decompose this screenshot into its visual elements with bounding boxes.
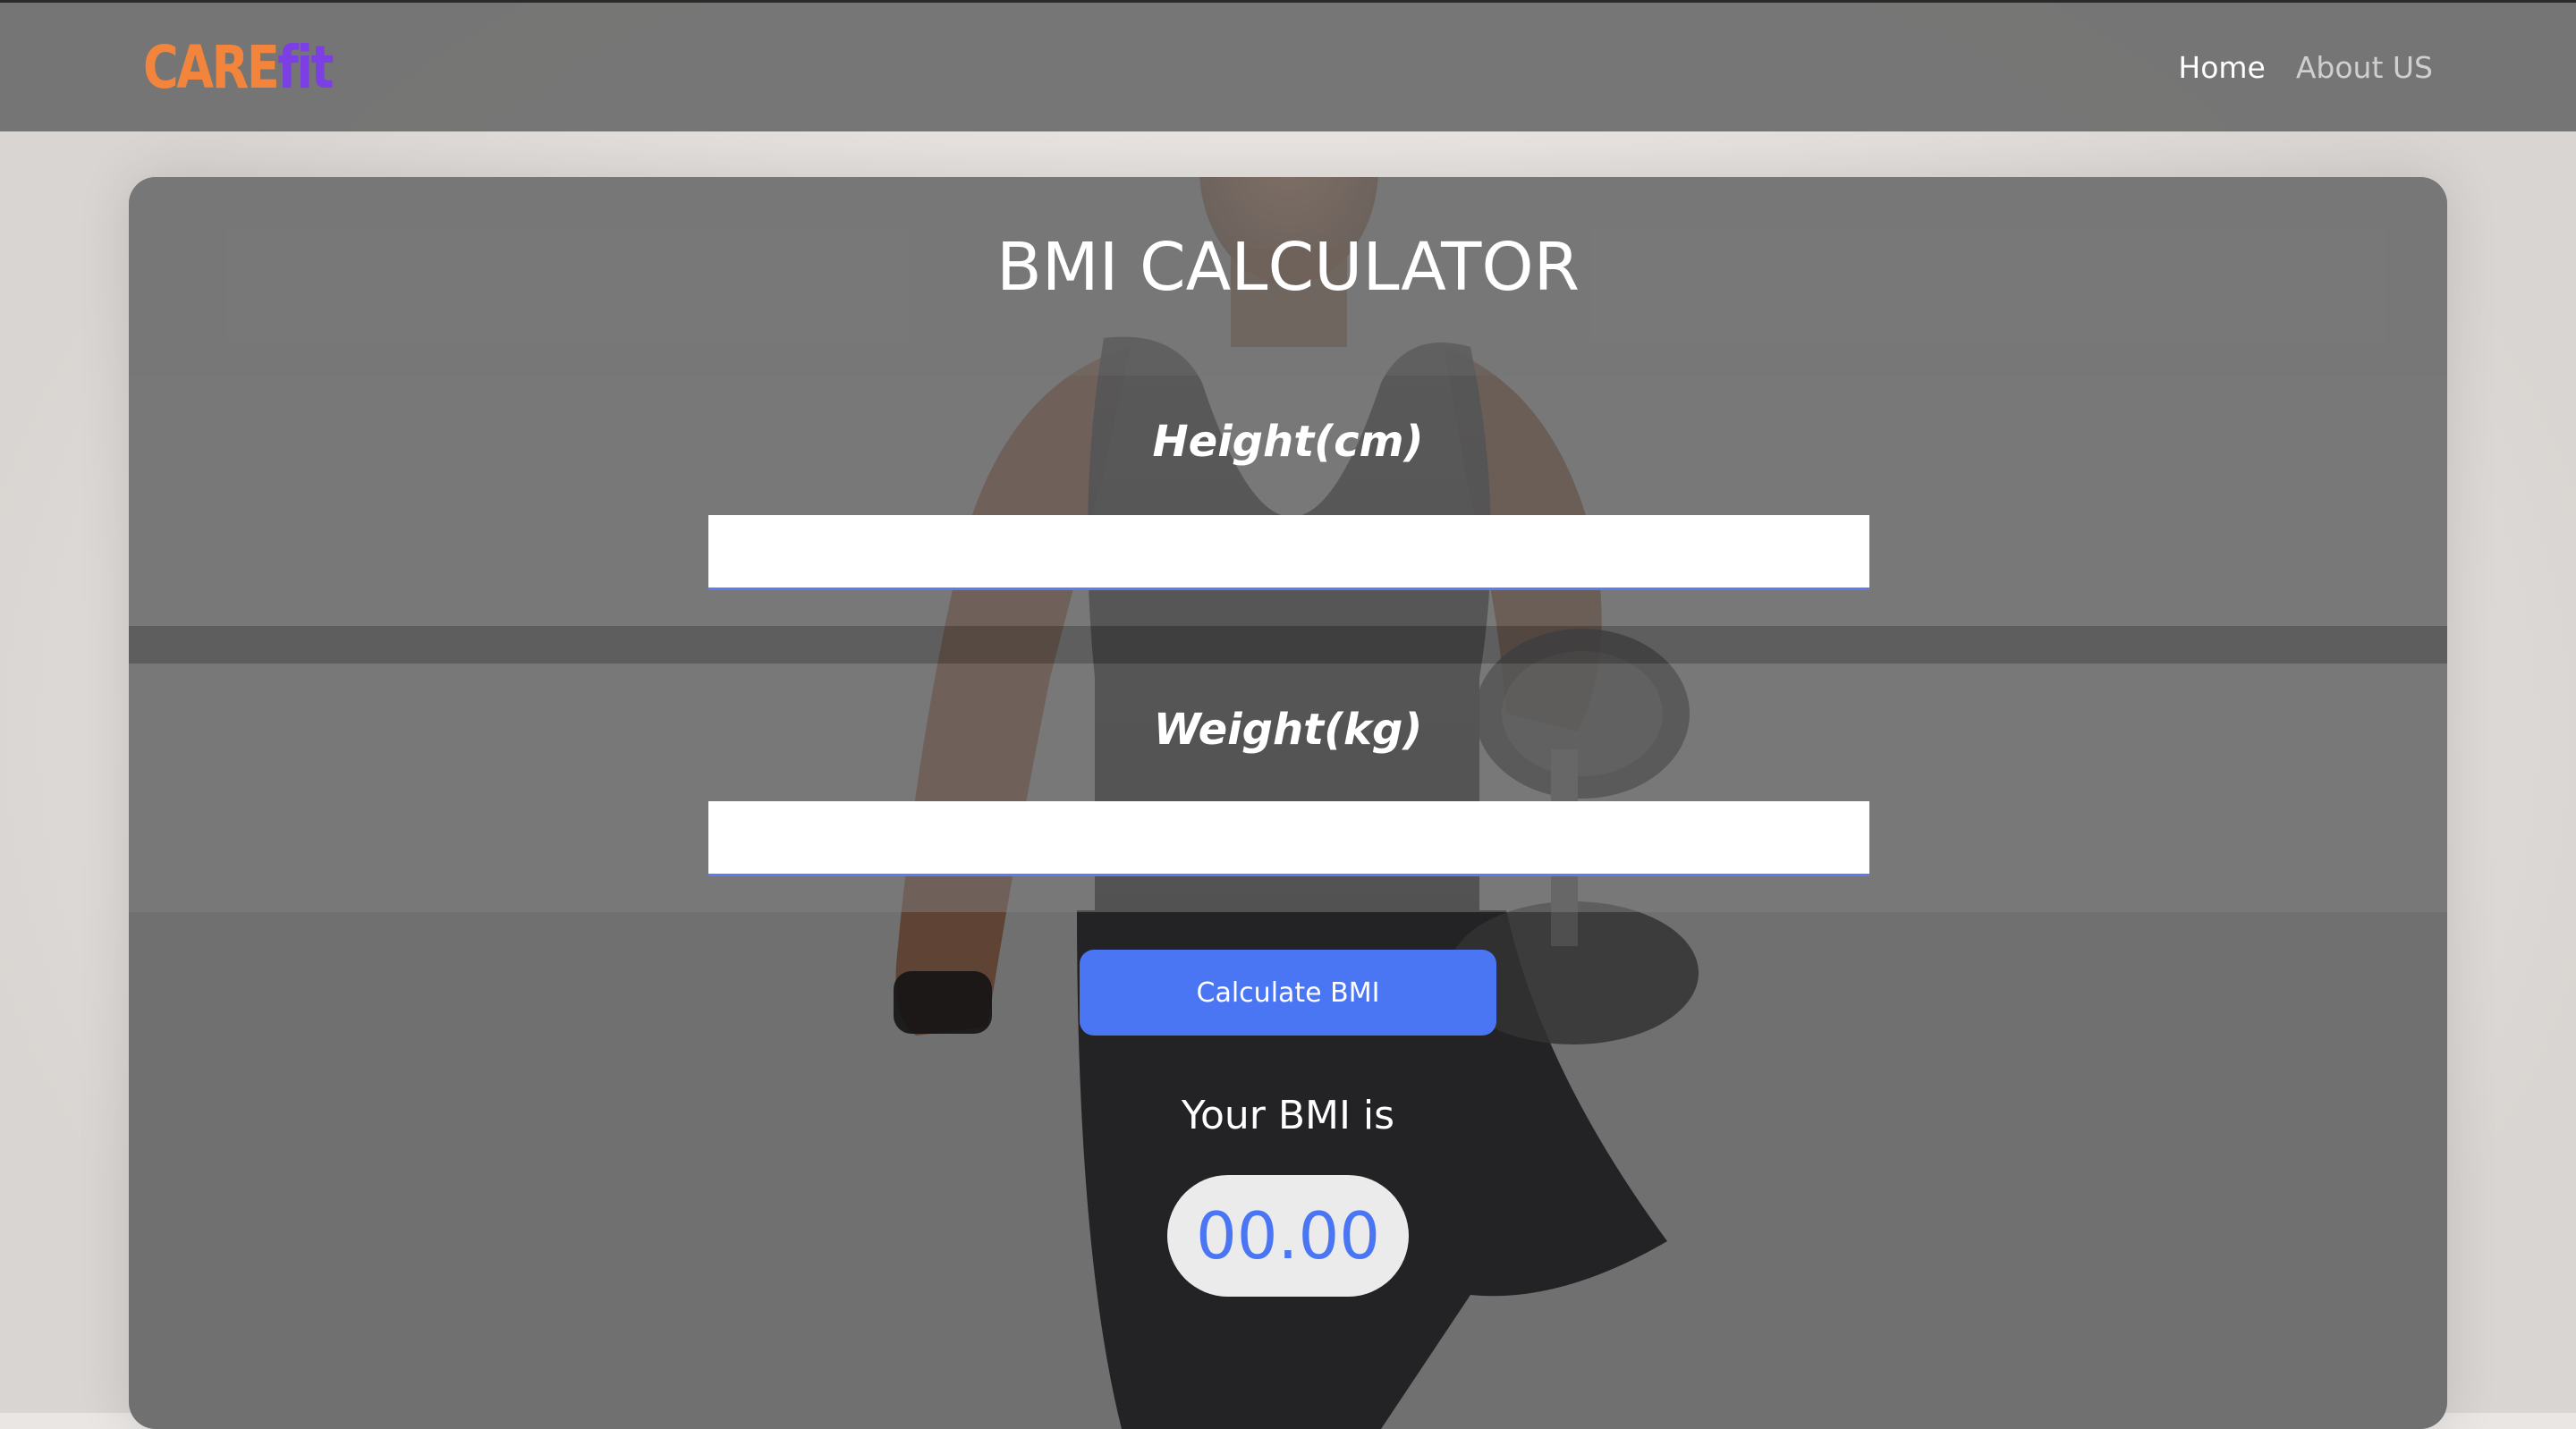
height-input[interactable] — [708, 515, 1869, 590]
height-label: Height(cm) — [1152, 417, 1424, 467]
hero-wrist-strap — [894, 971, 992, 1034]
field-separator-band — [129, 626, 2447, 664]
bmi-calculator-panel: BMI CALCULATOR Height(cm) Weight(kg) Cal… — [129, 177, 2447, 1429]
weight-label: Weight(kg) — [1153, 705, 1423, 755]
page-title: BMI CALCULATOR — [996, 229, 1580, 306]
brand-logo[interactable]: CAREfit — [143, 33, 334, 103]
calculate-bmi-button[interactable]: Calculate BMI — [1080, 950, 1496, 1036]
brand-logo-fit: fit — [277, 33, 334, 102]
bmi-result-label: Your BMI is — [1181, 1093, 1395, 1138]
weight-input[interactable] — [708, 801, 1869, 876]
bmi-result-value: 00.00 — [1167, 1175, 1409, 1297]
nav-link-home[interactable]: Home — [2178, 47, 2265, 89]
brand-logo-care: CARE — [143, 33, 280, 102]
nav-links: Home About US — [2178, 47, 2433, 89]
nav-link-about-us[interactable]: About US — [2296, 47, 2433, 89]
navbar: CAREfit Home About US — [0, 3, 2576, 131]
